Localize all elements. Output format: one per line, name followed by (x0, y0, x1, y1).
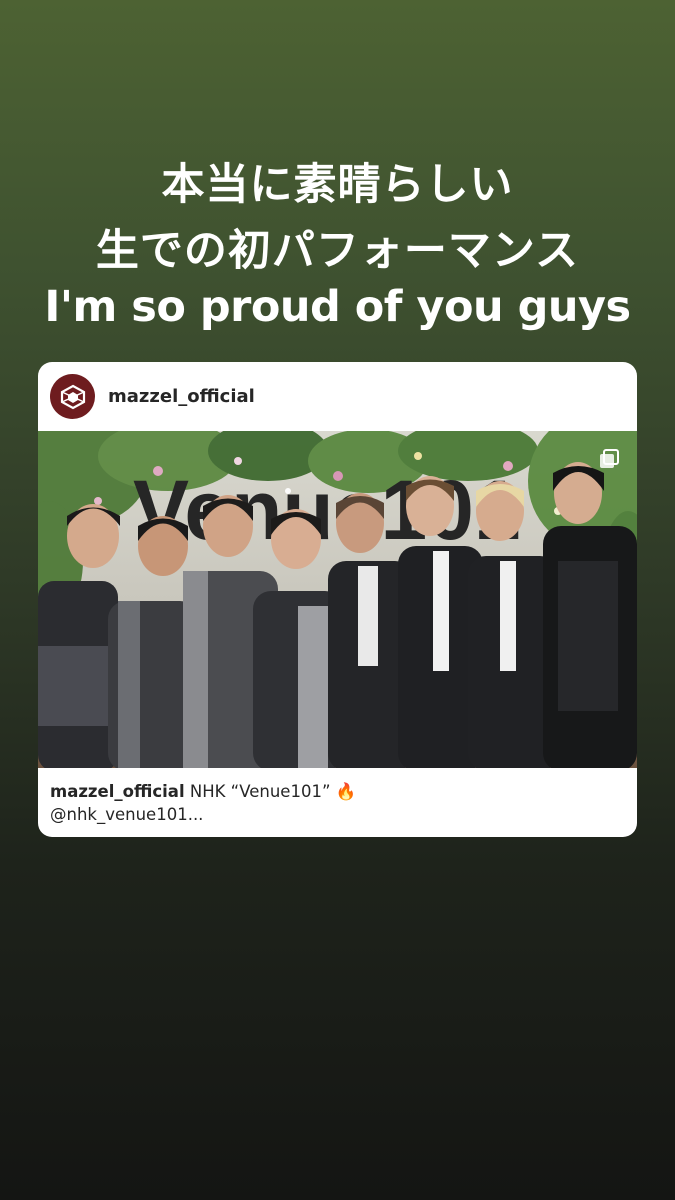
post-username[interactable]: mazzel_official (108, 386, 255, 407)
caption-mention[interactable]: @nhk_venue101... (50, 803, 625, 826)
story-text-line-1: 本当に素晴らしい (161, 160, 514, 210)
multiple-images-icon (600, 449, 619, 468)
caption-line-1: mazzel_official NHK “Venue101” 🔥 (50, 780, 625, 803)
post-photo[interactable]: Venue101 (38, 431, 637, 768)
venue-sign: Venue101 (133, 463, 521, 557)
group-photo-illustration: Venue101 (38, 431, 637, 768)
shared-post-card[interactable]: mazzel_official Venue101 mazzel_official… (38, 362, 637, 837)
post-header: mazzel_official (38, 362, 637, 431)
caption-text: NHK “Venue101” 🔥 (189, 782, 357, 801)
caption-username[interactable]: mazzel_official (50, 782, 185, 801)
story-text-line-2: 生での初パフォーマンス (95, 226, 580, 276)
brand-logo-icon (60, 384, 85, 409)
post-caption: mazzel_official NHK “Venue101” 🔥 @nhk_ve… (38, 768, 637, 826)
avatar[interactable] (50, 374, 95, 419)
story-text-line-3: I'm so proud of you guys (44, 282, 631, 332)
